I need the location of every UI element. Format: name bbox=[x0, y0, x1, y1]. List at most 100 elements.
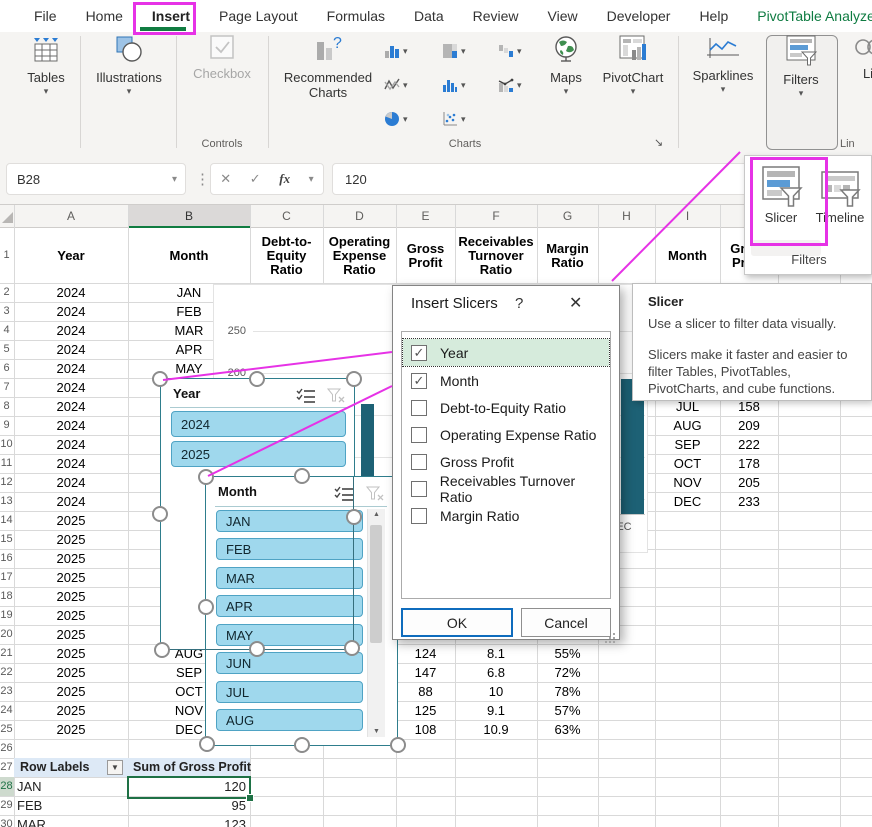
confirm-entry-icon[interactable]: ✓ bbox=[250, 171, 261, 187]
cell[interactable]: 178 bbox=[720, 454, 778, 473]
timeline-menu-label[interactable]: Timeline bbox=[811, 210, 869, 225]
checkbox-unchecked[interactable] bbox=[411, 508, 427, 524]
row-header[interactable]: 14 bbox=[0, 511, 13, 530]
recommended-charts-button[interactable]: ? Recommended Charts bbox=[280, 34, 376, 100]
row-header[interactable]: 20 bbox=[0, 625, 13, 644]
col-header-B[interactable]: B bbox=[128, 205, 250, 228]
cell[interactable]: 2024 bbox=[14, 378, 128, 397]
row-header[interactable]: 22 bbox=[0, 663, 13, 682]
histogram-chart-button[interactable]: ▾ bbox=[442, 74, 480, 96]
cell[interactable]: 8.1 bbox=[455, 644, 537, 663]
header-cell-receivables-turnover[interactable]: Receivables Turnover Ratio bbox=[455, 228, 537, 283]
tables-button[interactable]: Tables ▾ bbox=[14, 34, 78, 97]
row-header[interactable]: 2 bbox=[0, 283, 13, 302]
cell[interactable]: 205 bbox=[720, 473, 778, 492]
checkbox-unchecked[interactable] bbox=[411, 454, 427, 470]
cell[interactable]: 222 bbox=[720, 435, 778, 454]
row-header[interactable]: 19 bbox=[0, 606, 13, 625]
cancel-button[interactable]: Cancel bbox=[521, 608, 611, 637]
timeline-menu-item[interactable] bbox=[819, 168, 861, 213]
name-box[interactable]: B28 ▾ bbox=[6, 163, 186, 195]
selection-handle[interactable] bbox=[390, 737, 406, 753]
hierarchy-chart-button[interactable]: ▾ bbox=[442, 40, 480, 62]
tab-data[interactable]: Data bbox=[413, 6, 445, 26]
selected-cell-B28[interactable] bbox=[127, 776, 251, 799]
cancel-entry-icon[interactable]: ✕ bbox=[220, 171, 231, 187]
row-header[interactable]: 25 bbox=[0, 720, 13, 739]
row-header[interactable]: 13 bbox=[0, 492, 13, 511]
filters-button[interactable]: Filters ▾ bbox=[768, 34, 834, 99]
link-button[interactable]: Li bbox=[848, 34, 872, 81]
clear-filter-icon[interactable] bbox=[327, 388, 345, 408]
pie-chart-button[interactable]: ▾ bbox=[384, 108, 422, 130]
col-header-H[interactable]: H bbox=[598, 205, 655, 228]
row-header[interactable]: 3 bbox=[0, 302, 13, 321]
checkbox-checked[interactable]: ✓ bbox=[411, 373, 427, 389]
cell[interactable]: 2025 bbox=[14, 663, 128, 682]
selection-handle[interactable] bbox=[294, 737, 310, 753]
cell[interactable]: DEC bbox=[655, 492, 720, 511]
combo-chart-button[interactable]: ▾ bbox=[498, 74, 536, 96]
checkbox-checked[interactable]: ✓ bbox=[411, 345, 427, 361]
selection-handle[interactable] bbox=[346, 371, 362, 387]
checkbox-unchecked[interactable] bbox=[411, 481, 427, 497]
dialog-item-year[interactable]: ✓ Year bbox=[403, 339, 609, 366]
line-chart-button[interactable]: ▾ bbox=[384, 74, 422, 96]
cell[interactable]: 2025 bbox=[14, 625, 128, 644]
waterfall-chart-button[interactable]: ▾ bbox=[498, 40, 536, 62]
cell[interactable]: 2024 bbox=[14, 340, 128, 359]
col-header-E[interactable]: E bbox=[396, 205, 455, 228]
month-slicer-item-apr[interactable]: APR bbox=[216, 595, 363, 617]
dialog-item-debt-to-equity[interactable]: Debt-to-Equity Ratio bbox=[403, 394, 609, 421]
dialog-item-margin-ratio[interactable]: Margin Ratio bbox=[403, 502, 609, 529]
fill-handle[interactable] bbox=[246, 794, 254, 802]
pivot-row-label[interactable]: MAR bbox=[17, 815, 46, 827]
cell[interactable]: 147 bbox=[396, 663, 455, 682]
dialog-close-icon[interactable]: ✕ bbox=[569, 293, 582, 313]
tab-developer[interactable]: Developer bbox=[606, 6, 672, 26]
cell[interactable]: 2025 bbox=[14, 587, 128, 606]
checkbox-button[interactable]: Checkbox bbox=[184, 34, 260, 81]
header-cell-margin-ratio[interactable]: Margin Ratio bbox=[537, 228, 598, 283]
cell[interactable]: 108 bbox=[396, 720, 455, 739]
month-slicer-item-aug[interactable]: AUG bbox=[216, 709, 363, 731]
tab-pivottable-analyze[interactable]: PivotTable Analyze bbox=[756, 6, 872, 26]
cell[interactable]: 2024 bbox=[14, 435, 128, 454]
row-header[interactable]: 8 bbox=[0, 397, 13, 416]
more-options-icon[interactable]: ⋮ bbox=[195, 170, 210, 188]
col-header-G[interactable]: G bbox=[537, 205, 598, 228]
selection-handle[interactable] bbox=[154, 642, 170, 658]
dialog-item-receivables-turnover[interactable]: Receivables Turnover Ratio bbox=[403, 475, 609, 502]
scrollbar-thumb[interactable] bbox=[370, 525, 382, 643]
row-header[interactable]: 30 bbox=[0, 815, 13, 827]
month-slicer[interactable]: Month JAN FEB MAR APR MAY JUN JUL AUG ▲ … bbox=[205, 476, 398, 746]
cell[interactable]: NOV bbox=[655, 473, 720, 492]
selection-handle[interactable] bbox=[198, 599, 214, 615]
header-cell-month[interactable]: Month bbox=[128, 228, 250, 283]
cell[interactable]: 2024 bbox=[14, 397, 128, 416]
month-slicer-item-feb[interactable]: FEB bbox=[216, 538, 363, 560]
row-header[interactable]: 1 bbox=[0, 228, 13, 283]
row-header[interactable]: 24 bbox=[0, 701, 13, 720]
chevron-down-icon[interactable]: ▾ bbox=[172, 174, 177, 185]
tab-file[interactable]: File bbox=[33, 6, 58, 26]
month-slicer-item-mar[interactable]: MAR bbox=[216, 567, 363, 589]
row-header[interactable]: 28 bbox=[0, 777, 13, 796]
header-cell-month-2[interactable]: Month bbox=[655, 228, 720, 283]
pivot-row-labels-header[interactable]: Row Labels bbox=[20, 758, 89, 777]
cell[interactable]: 2024 bbox=[14, 416, 128, 435]
row-header[interactable]: 4 bbox=[0, 321, 13, 340]
dialog-item-gross-profit[interactable]: Gross Profit bbox=[403, 448, 609, 475]
insert-function-icon[interactable]: fx bbox=[279, 171, 290, 187]
row-header[interactable]: 9 bbox=[0, 416, 13, 435]
col-header-C[interactable]: C bbox=[250, 205, 323, 228]
selection-handle[interactable] bbox=[249, 371, 265, 387]
select-all-corner[interactable] bbox=[2, 212, 13, 223]
cell[interactable]: 72% bbox=[537, 663, 598, 682]
cell[interactable]: 88 bbox=[396, 682, 455, 701]
cell[interactable]: 10.9 bbox=[455, 720, 537, 739]
selection-handle[interactable] bbox=[294, 468, 310, 484]
cell[interactable]: 124 bbox=[396, 644, 455, 663]
tab-home[interactable]: Home bbox=[85, 6, 124, 26]
col-header-I[interactable]: I bbox=[655, 205, 720, 228]
